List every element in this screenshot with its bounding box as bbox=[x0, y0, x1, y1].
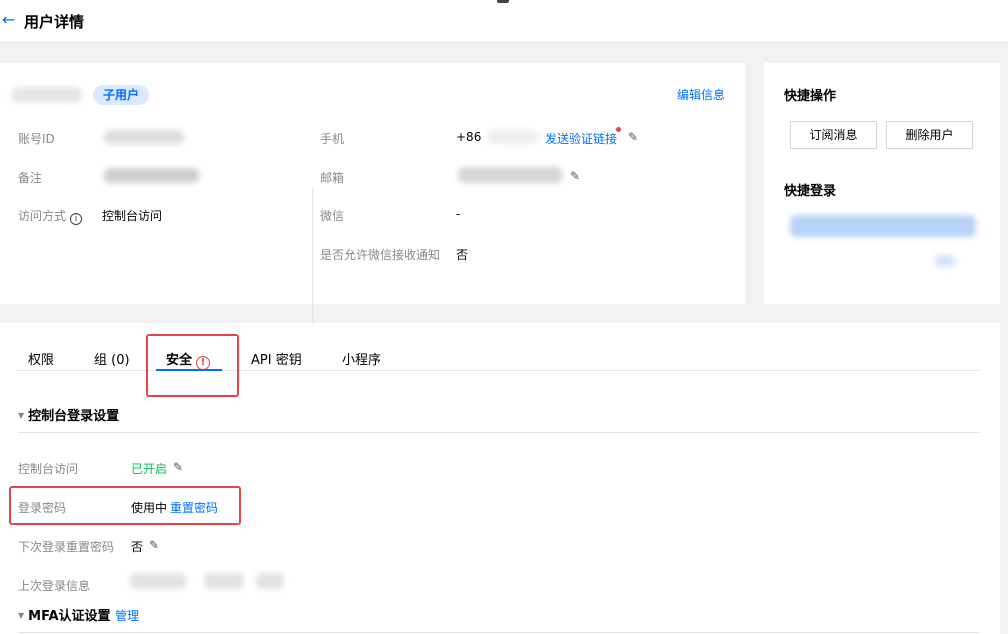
console-login-section-header[interactable]: ▼ 控制台登录设置 bbox=[18, 405, 119, 424]
last-login-label: 上次登录信息 bbox=[18, 579, 91, 593]
mfa-manage-link[interactable]: 管理 bbox=[115, 609, 139, 623]
edit-phone-pencil-icon[interactable]: ✎ bbox=[628, 130, 638, 144]
subuser-badge: 子用户 bbox=[93, 85, 150, 105]
phone-prefix: +86 bbox=[456, 130, 482, 144]
subscribe-button[interactable]: 订阅消息 bbox=[790, 121, 877, 149]
send-verify-link[interactable]: 发送验证链接 bbox=[545, 130, 617, 147]
notification-dot bbox=[616, 127, 621, 132]
edit-next-reset-pencil-icon[interactable]: ✎ bbox=[149, 538, 159, 552]
collapse-triangle-icon: ▼ bbox=[18, 411, 25, 420]
edit-console-access-pencil-icon[interactable]: ✎ bbox=[173, 460, 183, 474]
quick-actions-card: 快捷操作 订阅消息 删除用户 快捷登录 bbox=[764, 63, 1000, 304]
tab-groups[interactable]: 组 (0) bbox=[94, 349, 130, 368]
info-icon[interactable]: i bbox=[70, 213, 83, 225]
quick-ops-title: 快捷操作 bbox=[784, 89, 837, 104]
last-login-location-redacted bbox=[256, 573, 284, 589]
access-mode-value: 控制台访问 bbox=[102, 209, 163, 223]
console-access-label: 控制台访问 bbox=[18, 462, 79, 476]
section-divider bbox=[18, 432, 980, 433]
console-access-value: 已开启 bbox=[131, 462, 168, 476]
account-id-label: 账号ID bbox=[18, 132, 55, 146]
mfa-section-header[interactable]: ▼ MFA认证设置 管理 bbox=[18, 605, 139, 624]
wechat-notify-value: 否 bbox=[456, 248, 469, 262]
security-tab-highlight bbox=[146, 334, 239, 397]
last-login-time-redacted bbox=[130, 573, 186, 589]
access-mode-label: 访问方式 i bbox=[18, 207, 83, 225]
page-title: 用户详情 bbox=[24, 13, 85, 31]
user-info-card: 子用户 编辑信息 账号ID 备注 访问方式 i 控制台访问 手机 +86 发送验证… bbox=[0, 63, 745, 326]
wechat-value: - bbox=[456, 207, 461, 221]
next-login-reset-label: 下次登录重置密码 bbox=[18, 540, 115, 554]
phone-redacted bbox=[488, 130, 538, 144]
email-label: 邮箱 bbox=[320, 171, 345, 185]
remark-label: 备注 bbox=[18, 171, 43, 185]
top-bar: ← 用户详情 bbox=[0, 0, 1008, 43]
arrow-left-icon[interactable]: ← bbox=[2, 10, 15, 29]
quick-login-link-redacted[interactable] bbox=[790, 215, 976, 237]
tab-permissions[interactable]: 权限 bbox=[28, 349, 54, 368]
next-login-reset-value: 否 bbox=[131, 540, 144, 554]
tab-mini-program[interactable]: 小程序 bbox=[342, 349, 381, 368]
wechat-notify-label: 是否允许微信接收通知 bbox=[320, 248, 441, 262]
edit-info-link[interactable]: 编辑信息 bbox=[677, 86, 725, 103]
quick-login-copy-redacted[interactable] bbox=[934, 255, 956, 267]
username-redacted bbox=[12, 87, 82, 103]
phone-label: 手机 bbox=[320, 132, 345, 146]
email-redacted bbox=[458, 167, 562, 183]
section-divider bbox=[18, 632, 980, 633]
delete-user-button[interactable]: 删除用户 bbox=[886, 121, 973, 149]
last-login-ip-redacted bbox=[204, 573, 244, 589]
remark-redacted bbox=[104, 168, 199, 183]
wechat-label: 微信 bbox=[320, 209, 345, 223]
collapse-triangle-icon: ▼ bbox=[18, 611, 25, 620]
edit-email-pencil-icon[interactable]: ✎ bbox=[570, 169, 580, 183]
window-notch bbox=[497, 0, 509, 3]
column-divider bbox=[312, 188, 313, 326]
tab-api-keys[interactable]: API 密钥 bbox=[251, 349, 302, 368]
account-id-redacted bbox=[104, 130, 184, 144]
quick-login-title: 快捷登录 bbox=[784, 184, 837, 199]
password-row-highlight bbox=[9, 486, 241, 525]
